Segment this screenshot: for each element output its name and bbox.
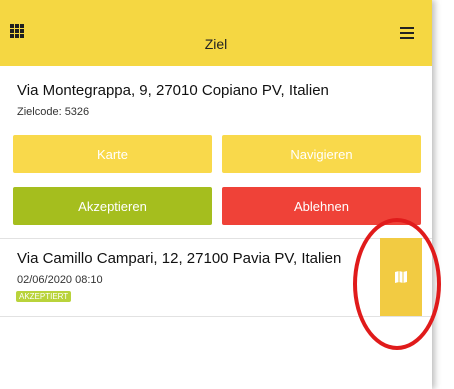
destination-code: Zielcode: 5326 bbox=[17, 106, 90, 118]
header-bar: Ziel bbox=[0, 0, 432, 66]
navigate-button[interactable]: Navigieren bbox=[222, 135, 421, 173]
accept-button[interactable]: Akzeptieren bbox=[13, 187, 212, 225]
map-icon bbox=[395, 271, 407, 283]
status-badge: AKZEPTIERT bbox=[16, 291, 72, 302]
entry-map-button[interactable] bbox=[380, 238, 422, 316]
page-title: Ziel bbox=[204, 36, 228, 52]
hamburger-menu-icon[interactable] bbox=[400, 27, 414, 39]
entry-address[interactable]: Via Camillo Campari, 12, 27100 Pavia PV,… bbox=[17, 250, 341, 267]
entry-datetime: 02/06/2020 08:10 bbox=[17, 274, 103, 286]
map-button[interactable]: Karte bbox=[13, 135, 212, 173]
destination-address: Via Montegrappa, 9, 27010 Copiano PV, It… bbox=[17, 82, 329, 99]
reject-button[interactable]: Ablehnen bbox=[222, 187, 421, 225]
app-screen: Ziel Via Montegrappa, 9, 27010 Copiano P… bbox=[0, 0, 432, 389]
divider bbox=[0, 316, 432, 317]
divider bbox=[0, 238, 432, 239]
